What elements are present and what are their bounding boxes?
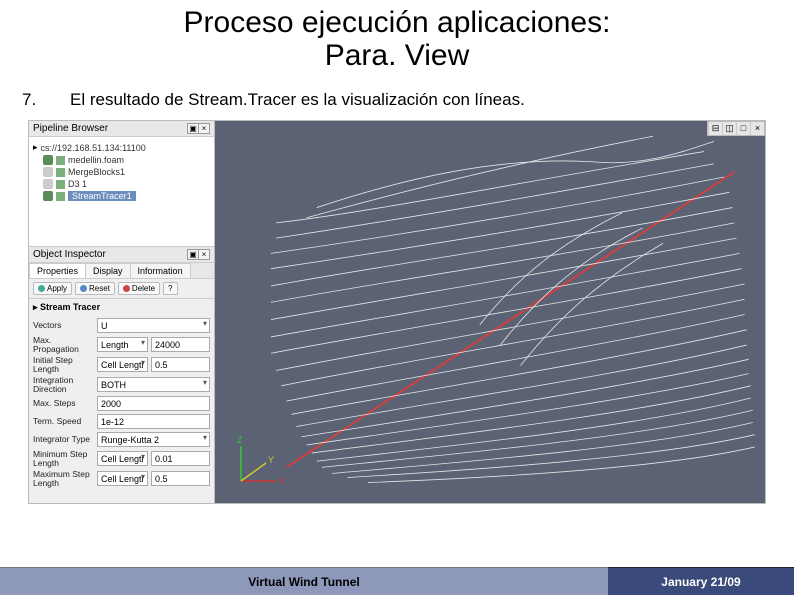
- int-dir-combo[interactable]: [97, 377, 210, 392]
- axis-z-label: Z: [237, 435, 243, 445]
- delete-button[interactable]: Delete: [118, 282, 160, 295]
- source-icon: [56, 192, 65, 201]
- min-step-unit-combo[interactable]: [97, 451, 148, 466]
- axis-x-label: X: [279, 476, 285, 486]
- properties-panel: Vectors Max. Propagation Initial Step Le…: [29, 316, 214, 489]
- panel-window-controls[interactable]: ▣ ×: [188, 123, 210, 134]
- apply-button[interactable]: Apply: [33, 282, 72, 295]
- reset-icon: [80, 285, 87, 292]
- int-dir-label: Integration Direction: [33, 376, 93, 393]
- paraview-window: Pipeline Browser ▣ × ▸ cs://192.168.51.1…: [28, 120, 766, 504]
- visibility-icon[interactable]: [43, 179, 53, 189]
- tree-root[interactable]: ▸ cs://192.168.51.134:11100: [33, 141, 210, 154]
- close-icon[interactable]: ×: [198, 123, 210, 134]
- tab-display[interactable]: Display: [85, 263, 131, 278]
- min-step-input[interactable]: [151, 451, 210, 466]
- tree-item-selected[interactable]: StreamTracer1: [33, 190, 210, 202]
- inspector-title: Object Inspector: [33, 249, 106, 260]
- vectors-label: Vectors: [33, 321, 93, 330]
- axis-y-label: Y: [268, 455, 274, 465]
- source-icon: [56, 168, 65, 177]
- help-button[interactable]: ?: [163, 282, 177, 295]
- slide-title: Proceso ejecución aplicaciones: Para. Vi…: [0, 0, 794, 72]
- integ-type-combo[interactable]: [97, 432, 210, 447]
- footer-right: January 21/09: [608, 567, 794, 595]
- pipeline-browser[interactable]: ▸ cs://192.168.51.134:11100 medellin.foa…: [29, 137, 214, 247]
- max-steps-label: Max. Steps: [33, 399, 93, 408]
- integ-type-label: Integrator Type: [33, 435, 93, 444]
- source-icon: [56, 156, 65, 165]
- max-prop-input[interactable]: [151, 337, 210, 352]
- max-step-unit-combo[interactable]: [97, 471, 148, 486]
- max-steps-input[interactable]: [97, 396, 210, 411]
- init-step-input[interactable]: [151, 357, 210, 372]
- pipeline-header[interactable]: Pipeline Browser ▣ ×: [29, 121, 214, 137]
- streamlines-visualization: [215, 121, 765, 512]
- slide-footer: Virtual Wind Tunnel January 21/09: [0, 567, 794, 595]
- source-icon: [56, 180, 65, 189]
- server-icon: ▸: [33, 142, 38, 153]
- check-icon: [38, 285, 45, 292]
- max-prop-label: Max. Propagation: [33, 336, 93, 353]
- panel-window-controls[interactable]: ▣ ×: [188, 249, 210, 260]
- pipeline-title: Pipeline Browser: [33, 123, 108, 134]
- footer-left: Virtual Wind Tunnel: [0, 567, 608, 595]
- inspector-header[interactable]: Object Inspector ▣ ×: [29, 247, 214, 263]
- inspector-buttons: Apply Reset Delete ?: [29, 279, 214, 299]
- left-pane: Pipeline Browser ▣ × ▸ cs://192.168.51.1…: [29, 121, 215, 503]
- visibility-icon[interactable]: [43, 155, 53, 165]
- object-inspector: Properties Display Information Apply Res…: [29, 263, 214, 503]
- step-number: 7.: [22, 90, 70, 110]
- tree-item[interactable]: MergeBlocks1: [33, 166, 210, 178]
- init-step-unit-combo[interactable]: [97, 357, 148, 372]
- step-text: El resultado de Stream.Tracer es la visu…: [70, 90, 754, 110]
- tree-item[interactable]: medellin.foam: [33, 154, 210, 166]
- init-step-label: Initial Step Length: [33, 356, 93, 373]
- max-step-label: Maximum Step Length: [33, 470, 93, 487]
- term-speed-label: Term. Speed: [33, 417, 93, 426]
- inspector-tabs[interactable]: Properties Display Information: [29, 263, 214, 279]
- term-speed-input[interactable]: [97, 414, 210, 429]
- reset-button[interactable]: Reset: [75, 282, 115, 295]
- tab-information[interactable]: Information: [130, 263, 191, 278]
- render-viewport[interactable]: ⊟ ◫ □ ×: [215, 121, 765, 503]
- visibility-icon[interactable]: [43, 167, 53, 177]
- min-step-label: Minimum Step Length: [33, 450, 93, 467]
- max-step-input[interactable]: [151, 471, 210, 486]
- axis-gizmo[interactable]: X Z Y: [231, 431, 291, 491]
- visibility-icon[interactable]: [43, 191, 53, 201]
- max-prop-unit-combo[interactable]: [97, 337, 148, 352]
- delete-icon: [123, 285, 130, 292]
- vectors-combo[interactable]: [97, 318, 210, 333]
- tree-item[interactable]: D3 1: [33, 178, 210, 190]
- close-icon[interactable]: ×: [198, 249, 210, 260]
- tab-properties[interactable]: Properties: [29, 263, 86, 278]
- step-row: 7. El resultado de Stream.Tracer es la v…: [0, 72, 794, 120]
- section-title: ▸ Stream Tracer: [29, 299, 214, 316]
